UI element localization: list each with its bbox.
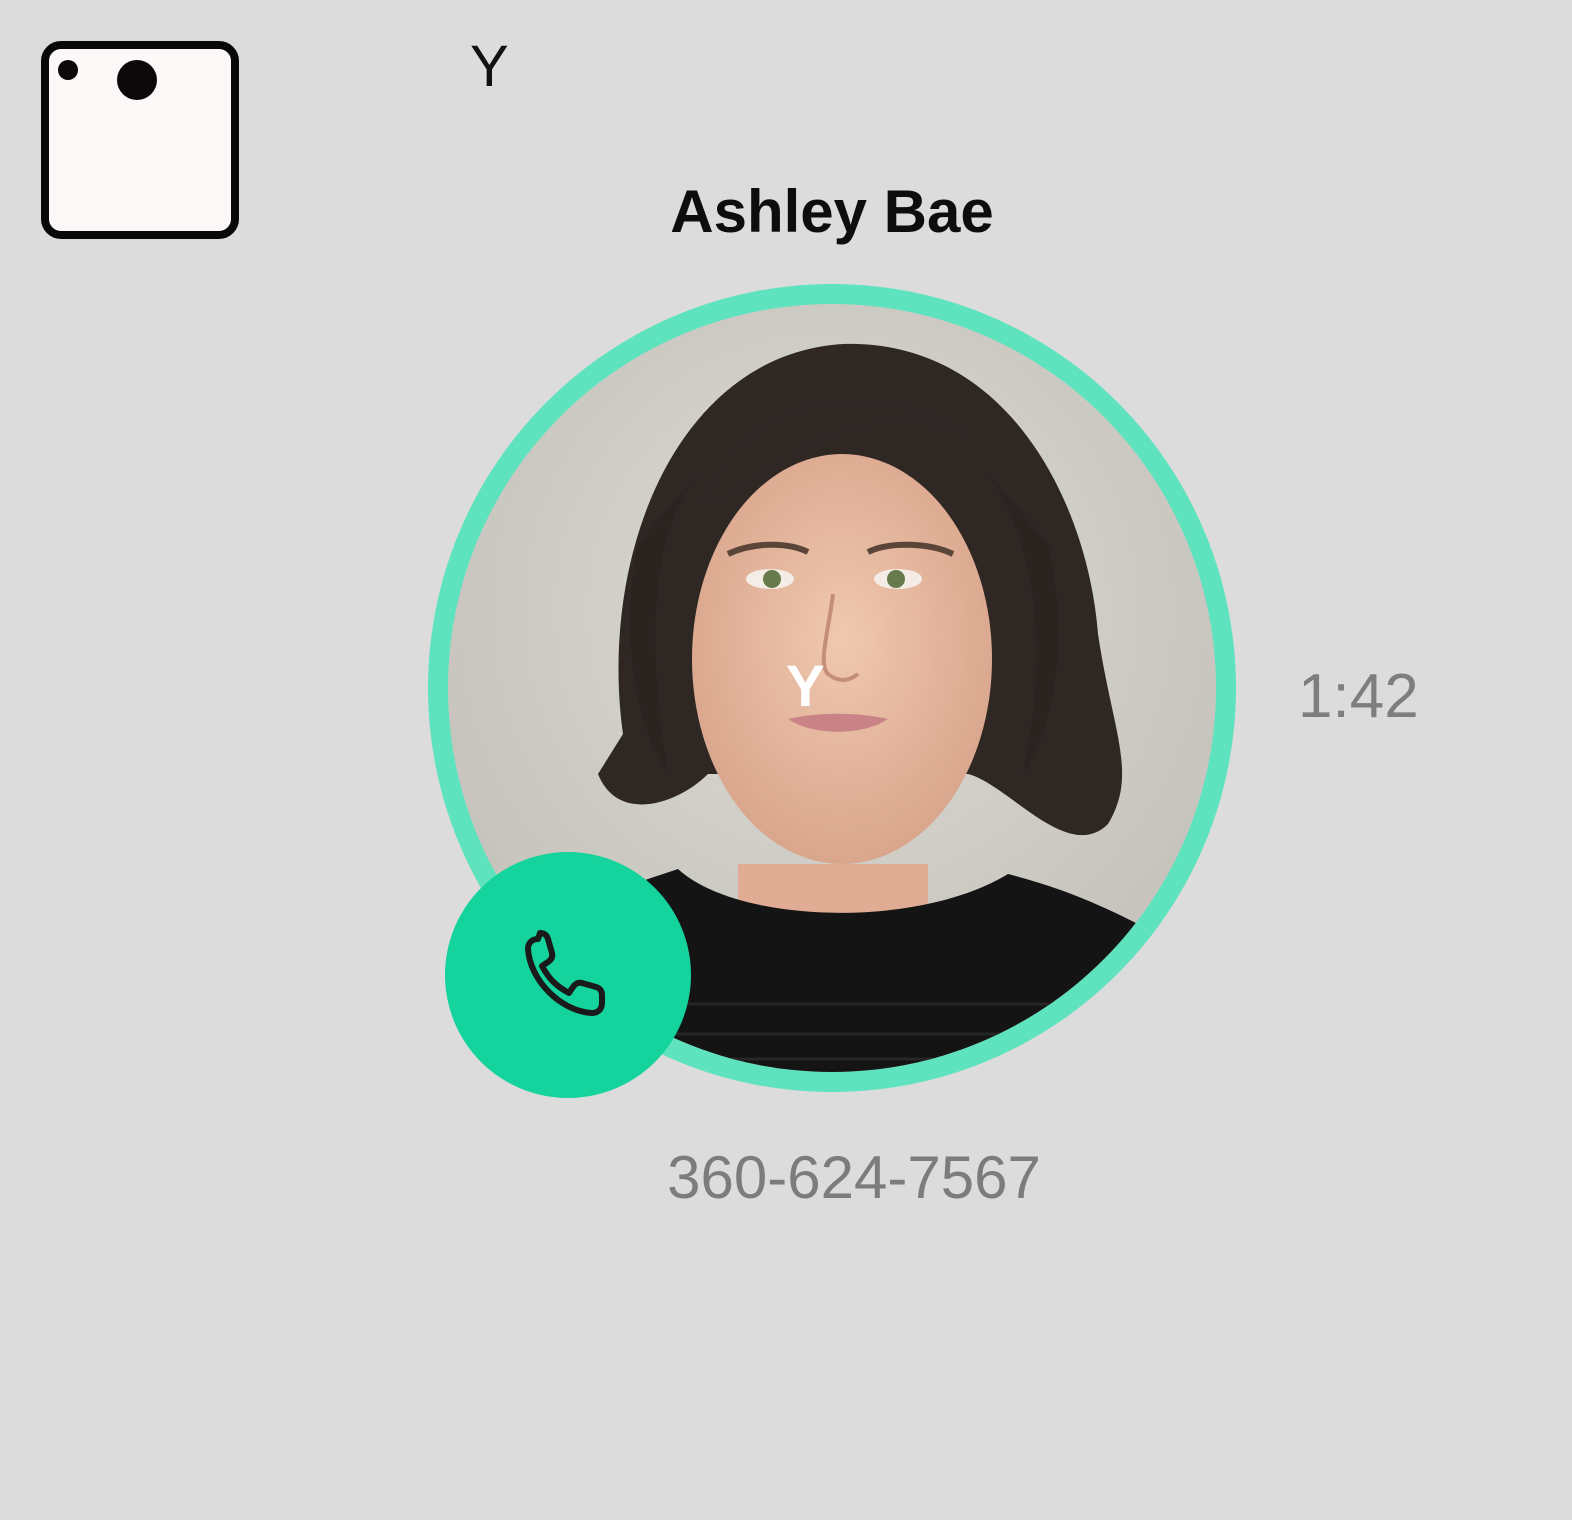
call-button[interactable] [445,852,691,1098]
top-glyph: Y [470,34,509,99]
avatar-overlay-glyph: Y [786,654,825,719]
caller-name: Ashley Bae [670,178,994,245]
call-duration: 1:42 [1298,662,1419,731]
phone-icon [525,930,605,1016]
phone-number: 360-624-7567 [667,1144,1041,1211]
call-screen: Y Ashley Bae Y 1:42 360-624-7567 [0,0,1572,1520]
